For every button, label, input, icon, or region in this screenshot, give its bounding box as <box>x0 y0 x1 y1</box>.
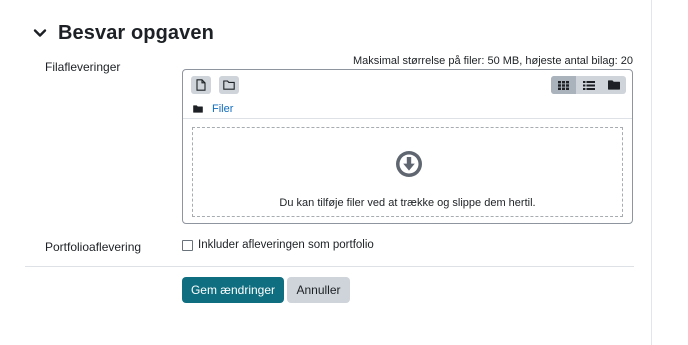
file-picker: Filer Du kan tilføje filer ved at trække… <box>182 69 633 224</box>
view-switcher <box>551 76 626 94</box>
grid-icon <box>558 80 569 90</box>
file-dropzone[interactable]: Du kan tilføje filer ved at trække og sl… <box>192 127 623 217</box>
divider <box>25 266 634 267</box>
file-icon <box>196 79 206 91</box>
folder-icon <box>193 105 203 113</box>
cancel-button[interactable]: Annuller <box>287 277 350 303</box>
portfolio-label: Portfolioaflevering <box>45 240 142 254</box>
file-submissions-label: Filafleveringer <box>45 60 121 74</box>
portfolio-option[interactable]: Inkluder afleveringen som portfolio <box>182 239 374 251</box>
folder-outline-icon <box>223 80 235 90</box>
portfolio-checkbox[interactable] <box>182 239 193 251</box>
view-icons-button[interactable] <box>551 76 576 94</box>
card-border <box>651 0 652 345</box>
dropzone-hint: Du kan tilføje filer ved at trække og sl… <box>279 197 536 209</box>
divider <box>183 118 632 119</box>
create-folder-button[interactable] <box>219 76 239 94</box>
section-title: Besvar opgaven <box>58 21 214 44</box>
portfolio-checkbox-label[interactable]: Inkluder afleveringen som portfolio <box>198 239 374 251</box>
breadcrumb-root-link[interactable]: Filer <box>212 103 233 115</box>
save-button[interactable]: Gem ændringer <box>182 277 284 303</box>
add-file-button[interactable] <box>191 76 211 94</box>
section-header[interactable]: Besvar opgaven <box>32 20 214 46</box>
view-tree-button[interactable] <box>601 76 626 94</box>
breadcrumb: Filer <box>193 102 233 116</box>
file-picker-toolbar <box>183 70 632 98</box>
list-icon <box>582 80 595 90</box>
chevron-down-icon[interactable] <box>32 25 48 41</box>
max-size-info: Maksimal størrelse på filer: 50 MB, høje… <box>352 55 633 67</box>
folder-icon <box>607 80 620 90</box>
download-circle-icon <box>396 151 422 177</box>
view-list-button[interactable] <box>576 76 601 94</box>
